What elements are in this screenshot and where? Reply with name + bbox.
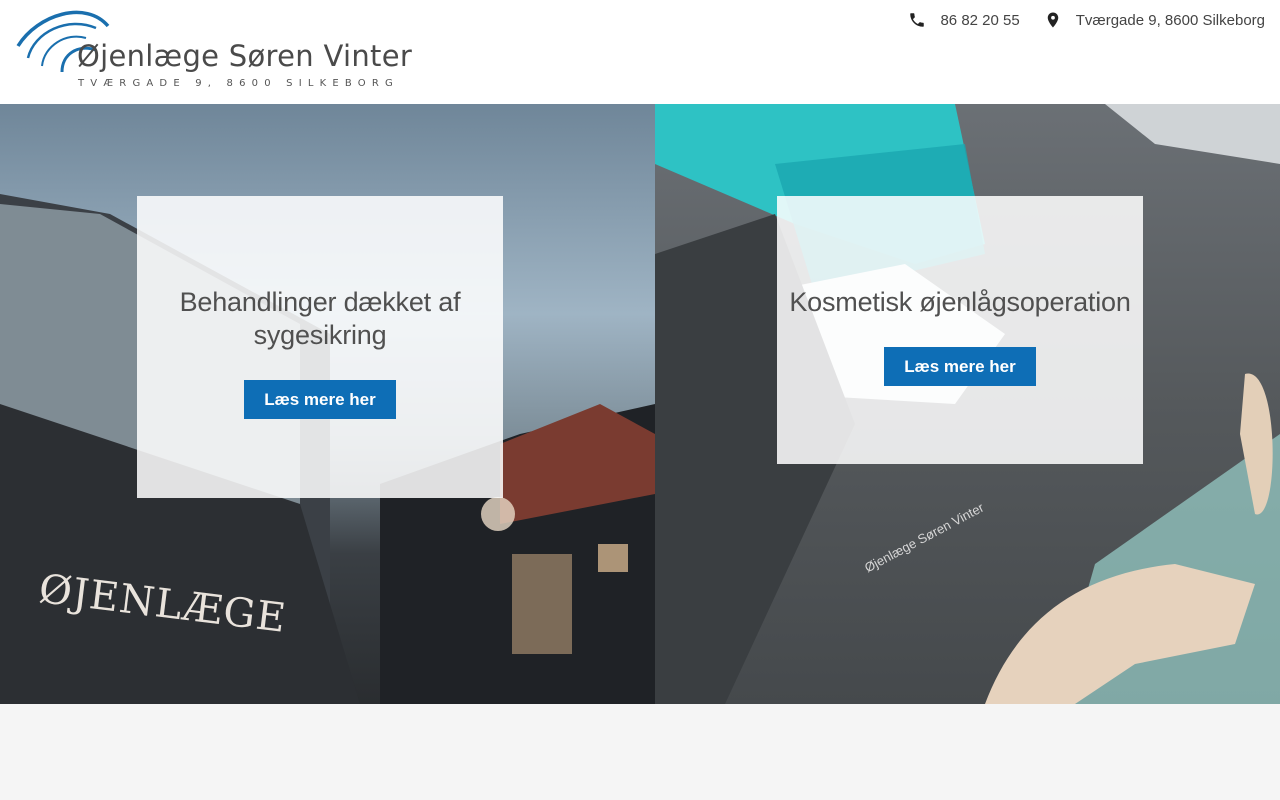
logo[interactable]: Øjenlæge Søren Vinter TVÆRGADE 9, 8600 S… xyxy=(16,6,412,94)
hero-surgeon-image: Øjenlæge Søren Vinter Kosmetisk øjenlågs… xyxy=(655,104,1280,704)
treatment-card-title: Behandlinger dækket af sygesikring xyxy=(179,287,461,350)
contact-info: 86 82 20 55 Tværgade 9, 8600 Silkeborg xyxy=(908,11,1265,29)
cosmetic-card-title: Kosmetisk øjenlågsoperation xyxy=(789,287,1131,317)
phone-icon xyxy=(910,13,925,27)
site-header: Øjenlæge Søren Vinter TVÆRGADE 9, 8600 S… xyxy=(0,0,1280,104)
address-text: Tværgade 9, 8600 Silkeborg xyxy=(1075,11,1265,29)
page-footer-area xyxy=(0,704,1280,800)
logo-title: Øjenlæge Søren Vinter xyxy=(77,39,413,73)
map-pin-icon xyxy=(1047,12,1058,28)
cosmetic-card: Kosmetisk øjenlågsoperation Læs mere her xyxy=(777,196,1143,464)
cosmetic-read-more-button[interactable]: Læs mere her xyxy=(884,347,1036,386)
phone-number: 86 82 20 55 xyxy=(940,11,1020,29)
hero-building-image: ØJENLÆGE Behandlinger dækket af sygesikr… xyxy=(0,104,655,704)
treatment-read-more-button[interactable]: Læs mere her xyxy=(244,380,396,419)
treatment-card: Behandlinger dækket af sygesikring Læs m… xyxy=(137,196,503,498)
logo-subtitle: TVÆRGADE 9, 8600 SILKEBORG xyxy=(78,78,399,89)
phone-contact[interactable]: 86 82 20 55 xyxy=(908,11,1020,29)
address-contact[interactable]: Tværgade 9, 8600 Silkeborg xyxy=(1044,11,1265,29)
